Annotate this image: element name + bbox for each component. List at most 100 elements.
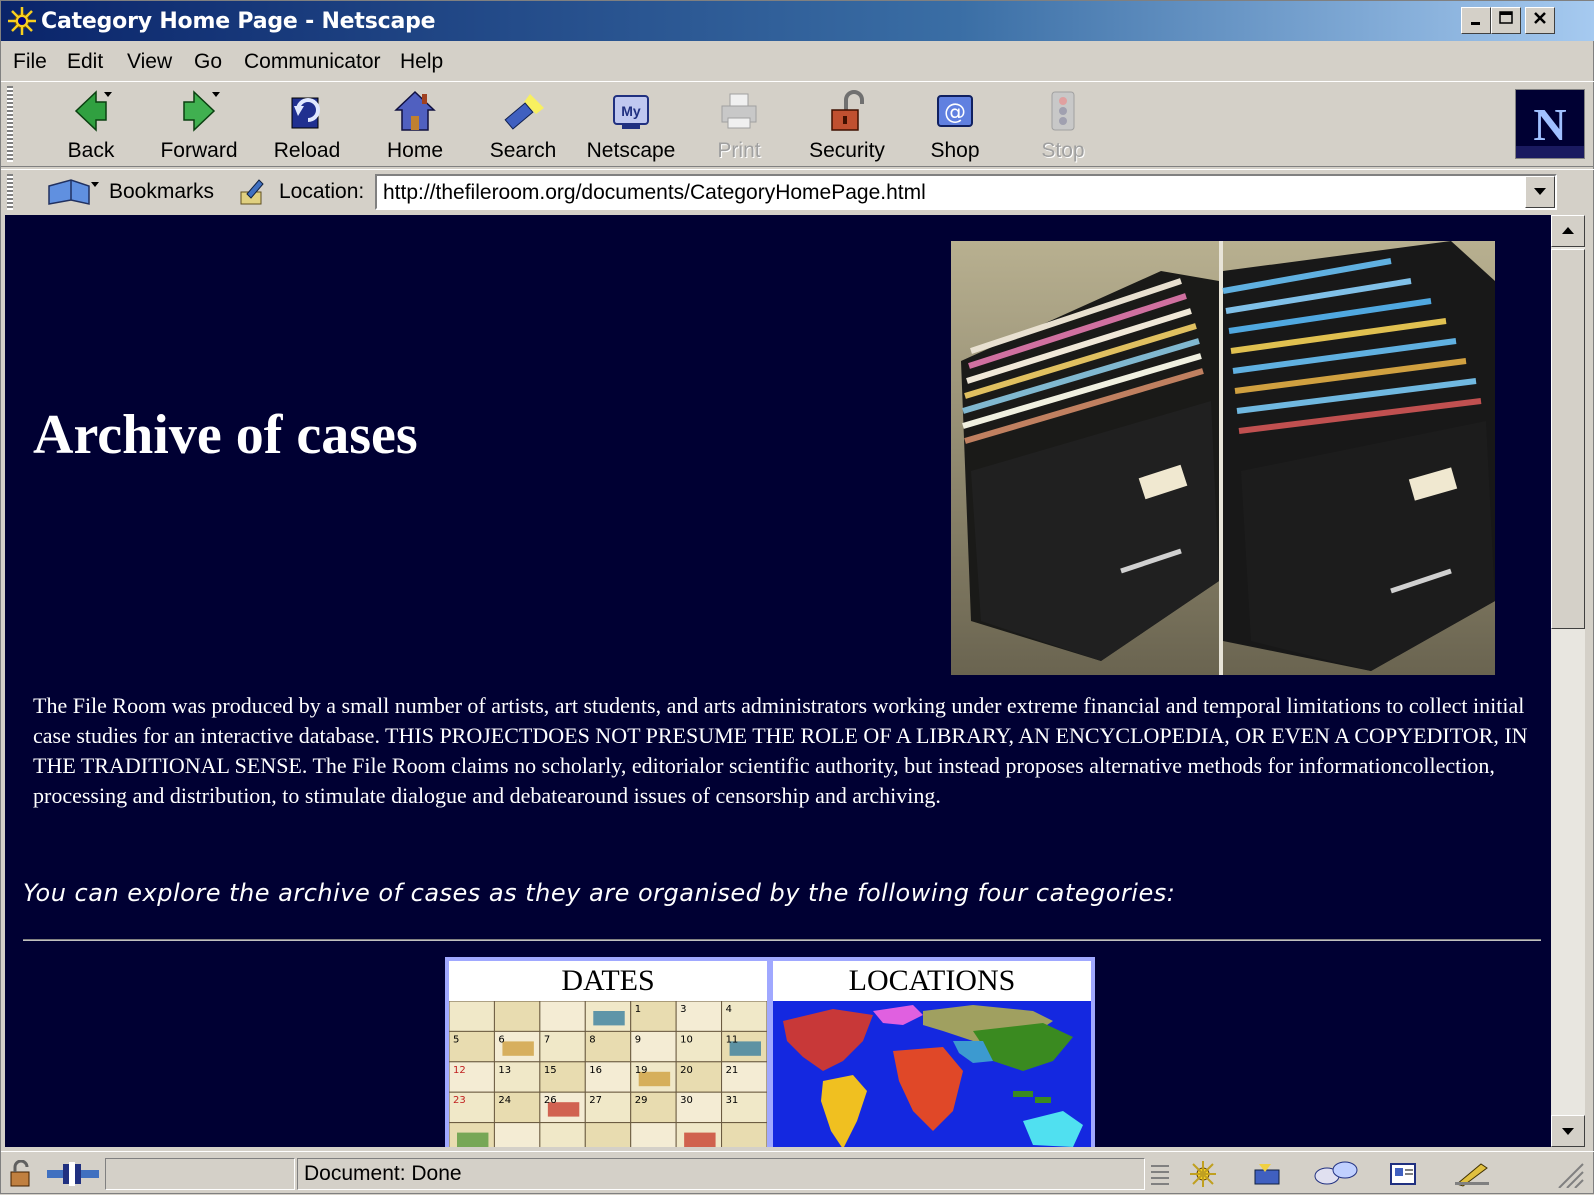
calendar-cell-picture <box>457 1132 489 1147</box>
home-icon <box>394 90 436 131</box>
my-netscape-icon: My <box>613 95 649 129</box>
netscape-app-icon[interactable] <box>7 6 37 36</box>
calendar-day-number: 11 <box>726 1034 739 1045</box>
calendar-day-number: 24 <box>498 1095 511 1106</box>
scrollbar-thumb[interactable] <box>1551 249 1585 629</box>
page-title: Archive of cases <box>33 404 418 466</box>
calendar-cell-picture <box>593 1011 625 1026</box>
calendar-day-number: 8 <box>589 1034 595 1045</box>
close-button[interactable] <box>1525 7 1555 34</box>
calendar-day-number: 9 <box>635 1034 641 1045</box>
scroll-up-arrow-icon <box>1562 227 1574 234</box>
world-map-image[interactable] <box>773 1001 1091 1147</box>
reload-icon <box>291 97 320 129</box>
search-flashlight-icon <box>504 94 544 130</box>
calendar-cell-picture <box>684 1132 716 1147</box>
forward-label: Forward <box>160 139 238 162</box>
stop-icon <box>1051 91 1075 131</box>
security-lock-status-icon[interactable] <box>5 1160 37 1188</box>
scroll-down-arrow-icon <box>1562 1128 1574 1135</box>
calendar-cell <box>584 1122 632 1147</box>
back-arrow-icon <box>74 90 112 132</box>
menu-help[interactable]: Help <box>400 50 443 74</box>
calendar-day-number: 31 <box>726 1095 739 1106</box>
calendar-image[interactable]: 1 3 45 6 7 8 9 10 1112 13 15 16 19 20 2123 24 26 27 29 30 31 <box>449 1001 767 1147</box>
netscape-n-icon: N <box>1516 90 1584 158</box>
mail-component-icon[interactable] <box>1251 1160 1283 1188</box>
scroll-up-button[interactable] <box>1551 215 1585 247</box>
calendar-day-number: 23 <box>453 1095 466 1106</box>
bookmarks-icon[interactable] <box>45 176 101 208</box>
maximize-button[interactable] <box>1491 7 1521 34</box>
calendar-day-number: 6 <box>498 1034 504 1045</box>
calendar-day-number: 16 <box>589 1065 602 1076</box>
calendar-day-number: 12 <box>453 1065 466 1076</box>
shop-button[interactable]: @ Shop <box>907 86 1003 164</box>
print-label: Print <box>717 139 761 162</box>
category-locations[interactable]: LOCATIONS <box>769 957 1095 1147</box>
minimize-button[interactable] <box>1461 7 1491 34</box>
explore-text: You can explore the archive of cases as … <box>23 879 1176 907</box>
menu-view[interactable]: View <box>127 50 172 74</box>
calendar-cell <box>630 1122 677 1147</box>
resize-grip-icon[interactable] <box>1553 1160 1587 1188</box>
composer-component-icon[interactable] <box>1451 1160 1495 1188</box>
calendar-day-number: 10 <box>680 1034 693 1045</box>
intro-paragraph: The File Room was produced by a small nu… <box>33 693 1528 808</box>
status-bar: Document: Done <box>1 1151 1594 1195</box>
url-dropdown-button[interactable] <box>1525 176 1555 208</box>
vertical-scrollbar[interactable] <box>1551 215 1585 1147</box>
category-dates[interactable]: DATES 1 3 4 5 6 7 8 9 10 11 12 13 15 16 19 20 21 23 24 26 27… <box>445 957 771 1147</box>
chevron-down-icon <box>1534 188 1546 195</box>
print-button[interactable]: Print <box>691 86 787 164</box>
scroll-down-button[interactable] <box>1551 1115 1585 1147</box>
discussions-component-icon[interactable] <box>1311 1160 1361 1188</box>
menu-communicator[interactable]: Communicator <box>244 50 381 74</box>
menu-file[interactable]: File <box>13 50 47 74</box>
connection-status-icon[interactable] <box>45 1160 101 1188</box>
calendar-day-number: 30 <box>680 1095 693 1106</box>
calendar-cell <box>539 1122 586 1147</box>
security-label: Security <box>809 139 885 162</box>
forward-button[interactable]: Forward <box>151 86 247 164</box>
horizontal-rule <box>23 939 1541 941</box>
reload-label: Reload <box>273 139 341 162</box>
forward-arrow-icon <box>183 90 220 132</box>
padlock-icon <box>831 90 864 131</box>
calendar-day-number: 4 <box>726 1004 732 1015</box>
location-grip[interactable] <box>7 174 13 210</box>
calendar-day-number: 15 <box>544 1065 557 1076</box>
calendar-day-number: 7 <box>544 1034 550 1045</box>
home-button[interactable]: Home <box>367 86 463 164</box>
my-netscape-button[interactable]: My Netscape <box>583 86 679 164</box>
url-input[interactable]: http://thefileroom.org/documents/Categor… <box>375 174 1557 210</box>
bookmarks-label[interactable]: Bookmarks <box>109 180 214 204</box>
address-book-icon[interactable] <box>1387 1160 1419 1188</box>
stop-button[interactable]: Stop <box>1015 86 1111 164</box>
file-drawers-photo <box>951 241 1495 675</box>
category-locations-label: LOCATIONS <box>848 964 1016 997</box>
reload-button[interactable]: Reload <box>259 86 355 164</box>
menu-edit[interactable]: Edit <box>67 50 103 74</box>
calendar-day-number: 29 <box>635 1095 648 1106</box>
minimize-icon <box>1471 22 1480 25</box>
netscape-logo[interactable]: N <box>1515 89 1585 159</box>
progress-panel <box>105 1158 295 1190</box>
back-button[interactable]: Back <box>43 86 139 164</box>
title-bar: Category Home Page - Netscape <box>1 1 1594 41</box>
navigator-component-icon[interactable] <box>1187 1160 1219 1188</box>
status-text: Document: Done <box>297 1158 1145 1190</box>
svg-text:N: N <box>1533 99 1566 150</box>
navigation-toolbar: Back Forward Reload Home Search My Netsc… <box>1 81 1594 167</box>
shop-label: Shop <box>930 139 980 162</box>
toolbar-grip[interactable] <box>7 86 13 162</box>
menu-go[interactable]: Go <box>194 50 222 74</box>
calendar-day-number: 5 <box>453 1034 459 1045</box>
security-button[interactable]: Security <box>799 86 895 164</box>
browser-window: Category Home Page - Netscape File Edit … <box>0 0 1594 1194</box>
calendar-cell <box>493 1122 541 1147</box>
location-quickfile-icon[interactable] <box>237 176 269 208</box>
calendar-day-number: 20 <box>680 1065 693 1076</box>
menu-bar: File Edit View Go Communicator Help <box>1 45 1594 79</box>
search-button[interactable]: Search <box>475 86 571 164</box>
